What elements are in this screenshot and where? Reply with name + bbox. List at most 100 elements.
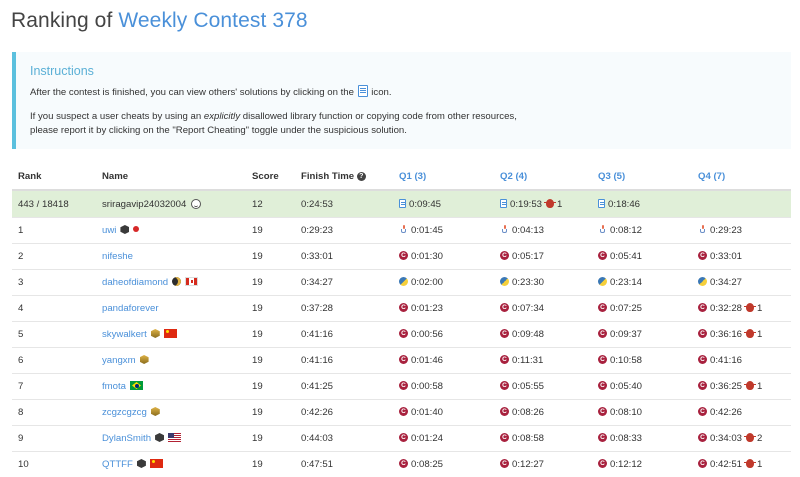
q3-cell[interactable]: 0:05:40 (592, 374, 692, 400)
q2-cell[interactable]: 0:07:34 (494, 296, 592, 322)
cpp-icon[interactable] (500, 355, 509, 364)
q1-cell[interactable]: 0:01:45 (393, 218, 494, 244)
q2-cell[interactable]: 0:04:13 (494, 218, 592, 244)
user-name-link[interactable]: pandaforever (102, 303, 159, 314)
q1-cell[interactable]: 0:02:00 (393, 270, 494, 296)
q4-cell[interactable]: 0:42:26 (692, 400, 791, 426)
col-q1[interactable]: Q1 (3) (393, 163, 494, 190)
q4-cell[interactable]: 0:33:01 (692, 244, 791, 270)
q1-cell[interactable]: 0:01:30 (393, 244, 494, 270)
user-name-link[interactable]: nifeshe (102, 251, 133, 262)
q3-cell[interactable]: 0:12:12 (592, 452, 692, 477)
q1-cell[interactable]: 0:08:25 (393, 452, 494, 477)
solution-doc-icon[interactable] (399, 199, 406, 208)
cpp-icon[interactable] (698, 329, 707, 338)
q1-cell[interactable]: 0:00:56 (393, 322, 494, 348)
cpp-icon[interactable] (598, 407, 607, 416)
my-q2[interactable]: 0:19:531 (494, 190, 592, 218)
cpp-icon[interactable] (698, 355, 707, 364)
cpp-icon[interactable] (598, 433, 607, 442)
solution-doc-icon[interactable] (598, 199, 605, 208)
user-name-link[interactable]: uwi (102, 225, 116, 236)
cpp-icon[interactable] (698, 381, 707, 390)
q3-cell[interactable]: 0:07:25 (592, 296, 692, 322)
user-name-link[interactable]: daheofdiamond (102, 277, 168, 288)
q1-cell[interactable]: 0:01:24 (393, 426, 494, 452)
q4-cell[interactable]: 0:29:23 (692, 218, 791, 244)
col-q3[interactable]: Q3 (5) (592, 163, 692, 190)
q3-cell[interactable]: 0:09:37 (592, 322, 692, 348)
q2-cell[interactable]: 0:08:26 (494, 400, 592, 426)
cpp-icon[interactable] (598, 329, 607, 338)
q2-cell[interactable]: 0:09:48 (494, 322, 592, 348)
q3-cell[interactable]: 0:10:58 (592, 348, 692, 374)
user-name-link[interactable]: fmota (102, 381, 126, 392)
contest-name[interactable]: Weekly Contest 378 (118, 9, 307, 32)
cpp-icon[interactable] (598, 355, 607, 364)
python-icon[interactable] (500, 277, 509, 286)
q4-cell[interactable]: 0:42:511 (692, 452, 791, 477)
cpp-icon[interactable] (399, 251, 408, 260)
user-name-link[interactable]: skywalkert (102, 329, 147, 340)
q3-cell[interactable]: 0:05:41 (592, 244, 692, 270)
cpp-icon[interactable] (598, 251, 607, 260)
q3-cell[interactable]: 0:08:10 (592, 400, 692, 426)
q2-cell[interactable]: 0:11:31 (494, 348, 592, 374)
user-name-link[interactable]: zcgzcgzcg (102, 407, 147, 418)
q1-cell[interactable]: 0:01:23 (393, 296, 494, 322)
q3-cell[interactable]: 0:08:12 (592, 218, 692, 244)
solution-doc-icon[interactable] (500, 199, 507, 208)
q4-cell[interactable]: 0:34:032 (692, 426, 791, 452)
cpp-icon[interactable] (698, 251, 707, 260)
q2-cell[interactable]: 0:08:58 (494, 426, 592, 452)
cpp-icon[interactable] (698, 433, 707, 442)
python-icon[interactable] (598, 277, 607, 286)
cpp-icon[interactable] (399, 459, 408, 468)
q2-cell[interactable]: 0:05:17 (494, 244, 592, 270)
java-icon[interactable] (598, 225, 607, 234)
my-q3[interactable]: 0:18:46 (592, 190, 692, 218)
q2-cell[interactable]: 0:05:55 (494, 374, 592, 400)
q1-cell[interactable]: 0:01:46 (393, 348, 494, 374)
cpp-icon[interactable] (500, 459, 509, 468)
q2-cell[interactable]: 0:12:27 (494, 452, 592, 477)
cpp-icon[interactable] (500, 433, 509, 442)
java-icon[interactable] (500, 225, 509, 234)
cpp-icon[interactable] (399, 381, 408, 390)
cpp-icon[interactable] (598, 459, 607, 468)
q4-cell[interactable]: 0:34:27 (692, 270, 791, 296)
q4-cell[interactable]: 0:41:16 (692, 348, 791, 374)
cpp-icon[interactable] (399, 407, 408, 416)
help-icon[interactable]: ? (357, 172, 366, 181)
cpp-icon[interactable] (598, 381, 607, 390)
user-name-link[interactable]: yangxm (102, 355, 136, 366)
cpp-icon[interactable] (399, 329, 408, 338)
cpp-icon[interactable] (500, 329, 509, 338)
q4-cell[interactable]: 0:36:251 (692, 374, 791, 400)
cpp-icon[interactable] (598, 303, 607, 312)
q3-cell[interactable]: 0:08:33 (592, 426, 692, 452)
cpp-icon[interactable] (500, 251, 509, 260)
q4-cell[interactable]: 0:36:161 (692, 322, 791, 348)
cpp-icon[interactable] (698, 303, 707, 312)
cpp-icon[interactable] (399, 433, 408, 442)
java-icon[interactable] (399, 225, 408, 234)
cpp-icon[interactable] (500, 407, 509, 416)
q3-cell[interactable]: 0:23:14 (592, 270, 692, 296)
col-q2[interactable]: Q2 (4) (494, 163, 592, 190)
user-name-link[interactable]: DylanSmith (102, 433, 151, 444)
cpp-icon[interactable] (698, 407, 707, 416)
java-icon[interactable] (698, 225, 707, 234)
q1-cell[interactable]: 0:01:40 (393, 400, 494, 426)
python-icon[interactable] (399, 277, 408, 286)
user-name-link[interactable]: QTTFF (102, 459, 133, 470)
cpp-icon[interactable] (399, 303, 408, 312)
python-icon[interactable] (698, 277, 707, 286)
q4-cell[interactable]: 0:32:281 (692, 296, 791, 322)
col-q4[interactable]: Q4 (7) (692, 163, 791, 190)
cpp-icon[interactable] (500, 303, 509, 312)
cpp-icon[interactable] (500, 381, 509, 390)
q2-cell[interactable]: 0:23:30 (494, 270, 592, 296)
my-q1[interactable]: 0:09:45 (393, 190, 494, 218)
cpp-icon[interactable] (698, 459, 707, 468)
